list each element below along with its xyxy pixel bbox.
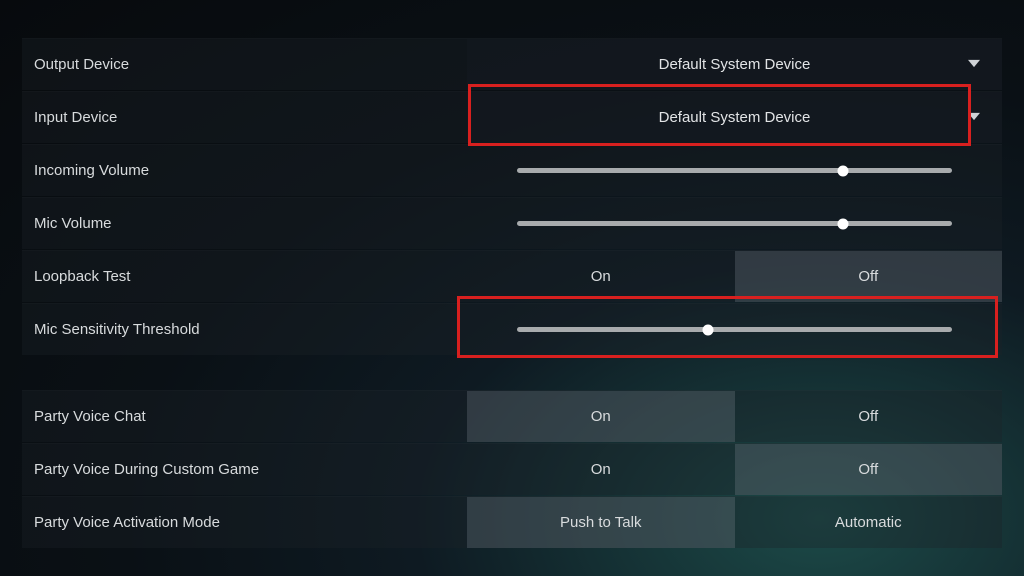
output-device-row: Output Device Default System Device: [22, 38, 1002, 90]
loopback-on[interactable]: On: [467, 251, 735, 302]
party-activation-label: Party Voice Activation Mode: [22, 514, 467, 531]
slider-track: [517, 221, 952, 226]
incoming-volume-row: Incoming Volume: [22, 144, 1002, 196]
party-voice-on[interactable]: On: [467, 391, 735, 442]
input-device-row: Input Device Default System Device: [22, 91, 1002, 143]
party-voice-label: Party Voice Chat: [22, 408, 467, 425]
mic-volume-row: Mic Volume: [22, 197, 1002, 249]
party-voice-custom-off[interactable]: Off: [735, 444, 1003, 495]
input-device-value: Default System Device: [659, 109, 811, 126]
party-activation-ptt[interactable]: Push to Talk: [467, 497, 735, 548]
slider-thumb[interactable]: [838, 218, 849, 229]
output-device-label: Output Device: [22, 56, 467, 73]
party-voice-toggle: On Off: [467, 391, 1002, 442]
party-activation-toggle: Push to Talk Automatic: [467, 497, 1002, 548]
party-voice-custom-on[interactable]: On: [467, 444, 735, 495]
loopback-off[interactable]: Off: [735, 251, 1003, 302]
slider-thumb[interactable]: [703, 324, 714, 335]
mic-threshold-label: Mic Sensitivity Threshold: [22, 321, 467, 338]
mic-volume-slider[interactable]: [467, 198, 1002, 249]
party-voice-custom-row: Party Voice During Custom Game On Off: [22, 443, 1002, 495]
mic-threshold-slider[interactable]: [467, 304, 1002, 355]
output-device-dropdown[interactable]: Default System Device: [467, 39, 1002, 90]
loopback-row: Loopback Test On Off: [22, 250, 1002, 302]
slider-thumb[interactable]: [838, 165, 849, 176]
loopback-label: Loopback Test: [22, 268, 467, 285]
party-voice-off[interactable]: Off: [735, 391, 1003, 442]
party-activation-auto[interactable]: Automatic: [735, 497, 1003, 548]
slider-track: [517, 168, 952, 173]
output-device-value: Default System Device: [659, 56, 811, 73]
chevron-down-icon: [968, 109, 980, 126]
mic-threshold-row: Mic Sensitivity Threshold: [22, 303, 1002, 355]
party-voice-custom-toggle: On Off: [467, 444, 1002, 495]
incoming-volume-label: Incoming Volume: [22, 162, 467, 179]
slider-track: [517, 327, 952, 332]
input-device-dropdown[interactable]: Default System Device: [467, 92, 1002, 143]
party-voice-custom-label: Party Voice During Custom Game: [22, 461, 467, 478]
incoming-volume-slider[interactable]: [467, 145, 1002, 196]
loopback-toggle: On Off: [467, 251, 1002, 302]
input-device-label: Input Device: [22, 109, 467, 126]
party-voice-row: Party Voice Chat On Off: [22, 390, 1002, 442]
mic-volume-label: Mic Volume: [22, 215, 467, 232]
party-activation-row: Party Voice Activation Mode Push to Talk…: [22, 496, 1002, 548]
chevron-down-icon: [968, 56, 980, 73]
